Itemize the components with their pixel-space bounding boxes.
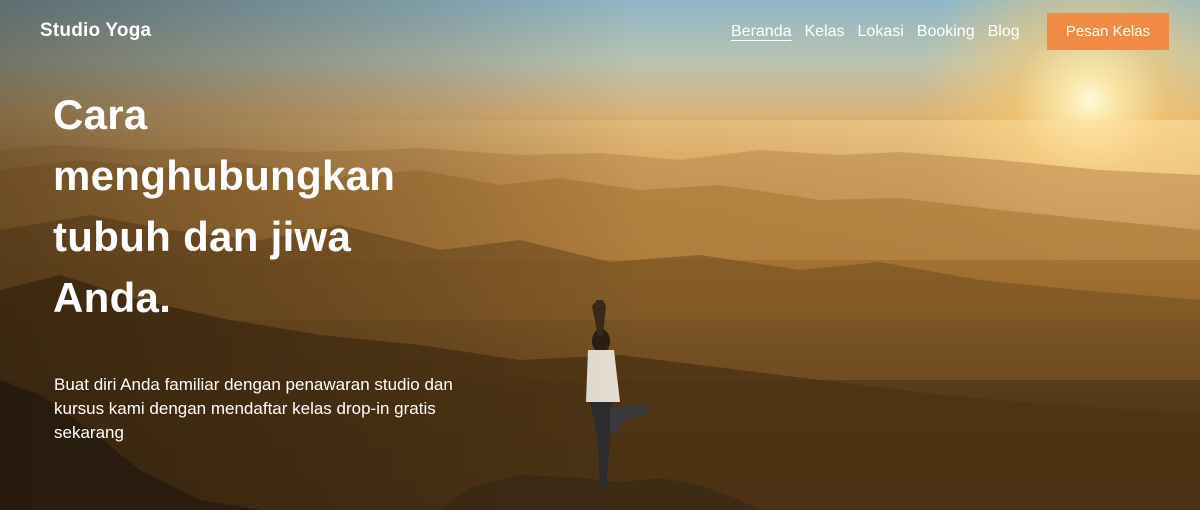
hero-headline: Cara menghubungkan tubuh dan jiwa Anda. bbox=[53, 91, 396, 321]
nav-link-beranda[interactable]: Beranda bbox=[731, 22, 792, 42]
nav-link-blog[interactable]: Blog bbox=[988, 22, 1020, 42]
hero-section: Studio Yoga Beranda Kelas Lokasi Booking… bbox=[0, 0, 1200, 510]
hero-subtext: Buat diri Anda familiar dengan penawaran… bbox=[54, 375, 453, 442]
nav-links: Beranda Kelas Lokasi Booking Blog bbox=[731, 22, 1020, 42]
brand-logo[interactable]: Studio Yoga bbox=[40, 20, 151, 42]
book-class-button[interactable]: Pesan Kelas bbox=[1047, 13, 1169, 50]
nav-link-booking[interactable]: Booking bbox=[917, 22, 975, 42]
top-navbar: Studio Yoga Beranda Kelas Lokasi Booking… bbox=[0, 0, 1200, 64]
nav-link-kelas[interactable]: Kelas bbox=[805, 22, 845, 42]
nav-link-lokasi[interactable]: Lokasi bbox=[858, 22, 904, 42]
